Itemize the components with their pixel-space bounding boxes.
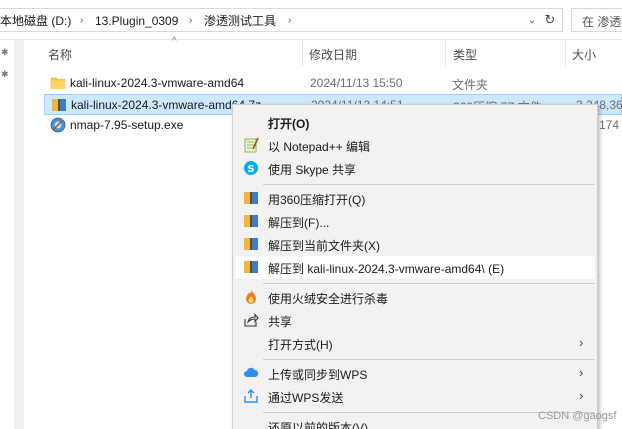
file-name: kali-linux-2024.3-vmware-amd64 [70, 76, 245, 90]
crumb-separator[interactable]: › [80, 13, 83, 29]
menu-item-label: 上传或同步到WPS [268, 368, 368, 382]
submenu-arrow-icon: › [579, 365, 584, 380]
share-icon [244, 313, 259, 327]
archive-360-icon [244, 215, 258, 227]
pin-icon: ✱ [1, 47, 9, 57]
address-bar: 本地磁盘 (D:) › 13.Plugin_0309 › 渗透测试工具 › ⌄ … [0, 0, 622, 40]
column-header-name[interactable]: 名称 [48, 46, 72, 63]
huorong-flame-icon [246, 290, 256, 304]
column-header-type[interactable]: 类型 [453, 46, 477, 63]
menu-separator [263, 184, 595, 185]
menu-item-wps-send[interactable]: 通过WPS发送 › [235, 385, 595, 408]
menu-item-open-with[interactable]: 打开方式(H) › [235, 332, 595, 355]
menu-item-label: 打开方式(H) [268, 338, 333, 352]
menu-item-extract-here[interactable]: 解压到当前文件夹(X) [235, 233, 595, 256]
breadcrumb[interactable]: 本地磁盘 (D:) › 13.Plugin_0309 › 渗透测试工具 › ⌄ … [0, 8, 563, 32]
menu-item-label: 打开(O) [268, 117, 310, 131]
menu-item-share[interactable]: 共享 [235, 309, 595, 332]
menu-item-notepad-edit[interactable]: 以 Notepad++ 编辑 [235, 134, 595, 157]
crumb-drive[interactable]: 本地磁盘 (D:) [0, 13, 71, 29]
installer-icon [50, 117, 66, 133]
menu-item-label: 用360压缩打开(Q) [268, 193, 366, 207]
column-header-date[interactable]: 修改日期 [309, 46, 357, 63]
menu-item-label: 解压到 kali-linux-2024.3-vmware-amd64\ (E) [268, 262, 505, 276]
sort-indicator-icon: ^ [172, 36, 177, 47]
pin-icon: ✱ [1, 69, 9, 79]
menu-item-label: 解压到当前文件夹(X) [268, 239, 380, 253]
menu-item-label: 使用火绒安全进行杀毒 [268, 292, 389, 306]
menu-separator [263, 283, 595, 284]
nav-scrollbar[interactable] [14, 40, 24, 429]
submenu-arrow-icon: › [579, 388, 584, 403]
submenu-arrow-icon: › [579, 335, 584, 350]
archive-360-icon [244, 192, 258, 204]
menu-item-label: 解压到(F)... [268, 216, 330, 230]
menu-item-label: 使用 Skype 共享 [268, 163, 357, 177]
menu-item-extract-to-folder[interactable]: 解压到 kali-linux-2024.3-vmware-amd64\ (E) [235, 256, 595, 279]
wps-cloud-icon [244, 367, 259, 377]
menu-separator [263, 359, 595, 360]
folder-icon [50, 77, 66, 89]
menu-item-label: 共享 [268, 315, 293, 329]
column-header-size[interactable]: 大小 [572, 46, 596, 63]
menu-item-label: 以 Notepad++ 编辑 [268, 140, 371, 154]
menu-item-skype-share[interactable]: S 使用 Skype 共享 [235, 157, 595, 180]
crumb-current-folder[interactable]: 渗透测试工具 [204, 13, 276, 29]
file-type: 文件夹 [452, 78, 489, 92]
watermark: CSDN @gaogsf [538, 410, 617, 422]
menu-item-extract-to[interactable]: 解压到(F)... [235, 210, 595, 233]
svg-text:S: S [247, 164, 254, 175]
archive-360-icon [244, 238, 258, 250]
crumb-separator[interactable]: › [288, 13, 291, 29]
crumb-plugin-folder[interactable]: 13.Plugin_0309 [95, 13, 178, 29]
wps-send-icon [244, 389, 258, 403]
file-date: 2024/11/13 15:50 [310, 76, 403, 90]
archive-360-icon [52, 99, 66, 111]
archive-360-icon [244, 261, 258, 273]
menu-item-label: 还原以前的版本(V) [268, 421, 368, 429]
context-menu: 打开(O) 以 Notepad++ 编辑 S 使用 Skype 共享 用360压… [232, 104, 598, 429]
file-row[interactable]: kali-linux-2024.3-vmware-amd64 2024/11/1… [44, 73, 622, 94]
menu-item-huorong-scan[interactable]: 使用火绒安全进行杀毒 [235, 286, 595, 309]
search-input[interactable]: 在 渗透 [571, 8, 622, 32]
file-name: nmap-7.95-setup.exe [70, 118, 184, 132]
navigation-pane: ✱ ✱ [0, 40, 14, 429]
menu-item-wps-sync[interactable]: 上传或同步到WPS › [235, 362, 595, 385]
refresh-icon[interactable]: ↻ [542, 12, 558, 28]
skype-icon: S [244, 161, 258, 175]
file-size: 174 [599, 118, 620, 132]
menu-item-open-with-360[interactable]: 用360压缩打开(Q) [235, 187, 595, 210]
address-dropdown-icon[interactable]: ⌄ [525, 13, 539, 29]
search-placeholder: 在 渗透 [582, 15, 622, 29]
menu-item-label: 通过WPS发送 [268, 391, 344, 405]
column-headers: ^ 名称 修改日期 类型 大小 [24, 36, 622, 68]
column-divider[interactable] [445, 40, 446, 66]
column-divider[interactable] [302, 40, 303, 66]
notepad-plus-plus-icon [244, 137, 259, 153]
column-divider[interactable] [565, 40, 566, 66]
crumb-separator[interactable]: › [189, 13, 192, 29]
menu-item-open[interactable]: 打开(O) [235, 111, 595, 134]
